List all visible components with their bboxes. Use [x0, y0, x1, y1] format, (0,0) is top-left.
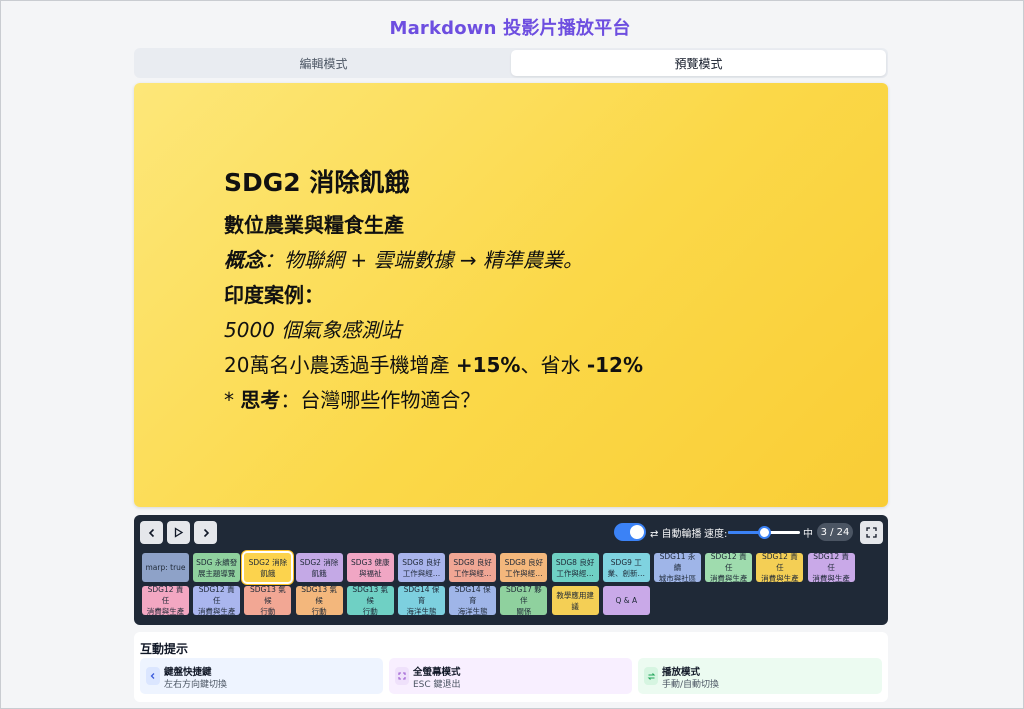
case-line-2-prefix: 20萬名小農透過手機增產 — [224, 353, 456, 377]
slide-thumbnail[interactable]: SDG12 責任 消費與生產 — [756, 553, 804, 582]
slide-thumbnail[interactable]: SDG11 永續 城市與社區 — [654, 553, 701, 582]
next-slide-button[interactable] — [194, 521, 217, 544]
tip-title: 鍵盤快捷鍵 — [164, 667, 212, 678]
yield-increase: +15% — [455, 353, 521, 377]
case-line-2-mid: 、省水 — [520, 353, 587, 377]
slide-thumbnail[interactable]: SDG12 責任 消費與生產 — [807, 553, 855, 582]
tip-desc: 左右方向鍵切換 — [164, 680, 228, 690]
speed-slider[interactable] — [728, 526, 800, 539]
playback-control-bar: ⇄ 自動輪播 速度: 中 3 / 24 marp: true SDG 永續發 展主… — [134, 515, 888, 625]
think-text: ：台灣哪些作物適合？ — [280, 388, 481, 412]
slide-thumbnail[interactable]: SDG12 責任 消費與生產 — [705, 553, 753, 582]
auto-play-label: ⇄ 自動輪播 — [650, 529, 702, 540]
tip-title: 播放模式 — [662, 667, 701, 678]
toggle-knob — [630, 525, 644, 539]
interaction-tips-panel: 互動提示 鍵盤快捷鍵 左右方向鍵切換 全螢幕模式 ESC 鍵退出 播放模式 手動… — [134, 632, 888, 702]
slide-thumbnail[interactable]: SDG 永續發 展主題導覽 — [193, 553, 241, 582]
concept-text: ：物聯網 + 雲端數據 → 精準農業。 — [264, 248, 583, 272]
slide-case-line-2: 20萬名小農透過手機增產 +15%、省水 -12% — [224, 352, 824, 379]
slide-thumbnail[interactable]: SDG8 良好 工作與經… — [449, 553, 497, 582]
slide-preview: SDG2 消除飢餓 數位農業與糧食生產 概念：物聯網 + 雲端數據 → 精準農業… — [134, 83, 888, 507]
slide-thumbnail[interactable]: SDG8 良好 工作與經… — [500, 553, 548, 582]
water-saving: -12% — [586, 353, 643, 377]
slide-concept-line: 概念：物聯網 + 雲端數據 → 精準農業。 — [224, 247, 824, 274]
tip-desc: ESC 鍵退出 — [413, 680, 461, 690]
slide-thumbnail[interactable]: Q & A — [602, 586, 650, 615]
tips-title: 互動提示 — [140, 642, 189, 656]
speed-slider-thumb[interactable] — [758, 526, 771, 539]
tip-keyboard-shortcuts: 鍵盤快捷鍵 左右方向鍵切換 — [140, 658, 383, 694]
speed-label: 速度: — [704, 529, 728, 540]
slide-thumbnail[interactable]: SDG13 氣候 行動 — [244, 586, 292, 615]
speed-value: 中 — [803, 529, 813, 540]
tip-desc: 手動/自動切換 — [662, 680, 720, 690]
slide-thumbnail[interactable]: SDG14 保育 海洋生態 — [449, 586, 497, 615]
slide-case-line-1: 5000 個氣象感測站 — [224, 318, 402, 342]
chevron-right-icon — [203, 528, 209, 537]
slide-thumbnail[interactable]: SDG12 責任 消費與生產 — [193, 586, 241, 615]
play-button[interactable] — [167, 521, 190, 544]
app-title: Markdown 投影片播放平台 — [389, 18, 631, 39]
slide-counter: 3 / 24 — [817, 523, 853, 541]
slide-thumbnail[interactable]: SDG2 消除 飢餓 — [295, 553, 343, 582]
slide-thumbnail[interactable]: SDG14 保育 海洋生態 — [398, 586, 445, 615]
tip-title: 全螢幕模式 — [413, 667, 461, 678]
repeat-icon — [644, 667, 658, 685]
slide-content: SDG2 消除飢餓 數位農業與糧食生產 概念：物聯網 + 雲端數據 → 精準農業… — [224, 163, 824, 422]
slide-thumbnail[interactable]: SDG17 夥伴 關係 — [500, 586, 548, 615]
app-window: Markdown 投影片播放平台 編輯模式 預覽模式 SDG2 消除飢餓 數位農… — [0, 0, 1024, 709]
tab-preview-mode[interactable]: 預覽模式 — [511, 50, 886, 76]
concept-label: 概念 — [224, 248, 264, 272]
slide-heading: SDG2 消除飢餓 — [224, 168, 410, 197]
slide-thumbnail[interactable]: SDG8 良好 工作與經… — [398, 553, 445, 582]
prev-slide-button[interactable] — [140, 521, 163, 544]
think-label: 思考 — [240, 388, 281, 412]
chevron-icon — [146, 667, 160, 685]
fullscreen-button[interactable] — [860, 521, 883, 544]
fullscreen-icon — [395, 667, 409, 685]
fullscreen-icon — [866, 527, 877, 538]
tab-edit-mode[interactable]: 編輯模式 — [136, 50, 511, 76]
slide-case-label: 印度案例： — [224, 283, 324, 307]
slide-thumbnail[interactable]: SDG13 氣候 行動 — [295, 586, 343, 615]
slide-thumbnail[interactable]: SDG3 健康 與福祉 — [346, 553, 394, 582]
slide-thumbnail[interactable]: SDG2 消除 飢餓 — [242, 551, 294, 584]
slide-thumbnail[interactable]: SDG13 氣候 行動 — [346, 586, 394, 615]
think-prefix: * — [224, 388, 241, 412]
mode-tabs: 編輯模式 預覽模式 — [134, 48, 888, 78]
play-icon — [174, 527, 184, 538]
slide-thumbnail[interactable]: marp: true — [142, 553, 189, 582]
slide-think-line: * 思考：台灣哪些作物適合？ — [224, 387, 824, 414]
slide-subheading: 數位農業與糧食生產 — [224, 213, 404, 237]
chevron-left-icon — [148, 528, 154, 537]
slide-thumbnail[interactable]: 教學應用建 議 — [551, 586, 599, 615]
slide-thumbnail[interactable]: SDG8 良好 工作與經… — [551, 553, 599, 582]
auto-play-toggle[interactable] — [614, 523, 646, 541]
tip-playback-mode: 播放模式 手動/自動切換 — [638, 658, 882, 694]
tip-fullscreen-mode: 全螢幕模式 ESC 鍵退出 — [389, 658, 632, 694]
slide-thumbnail[interactable]: SDG9 工 業、創新… — [602, 553, 650, 582]
slide-thumbnail[interactable]: SDG12 責任 消費與生產 — [142, 586, 189, 615]
